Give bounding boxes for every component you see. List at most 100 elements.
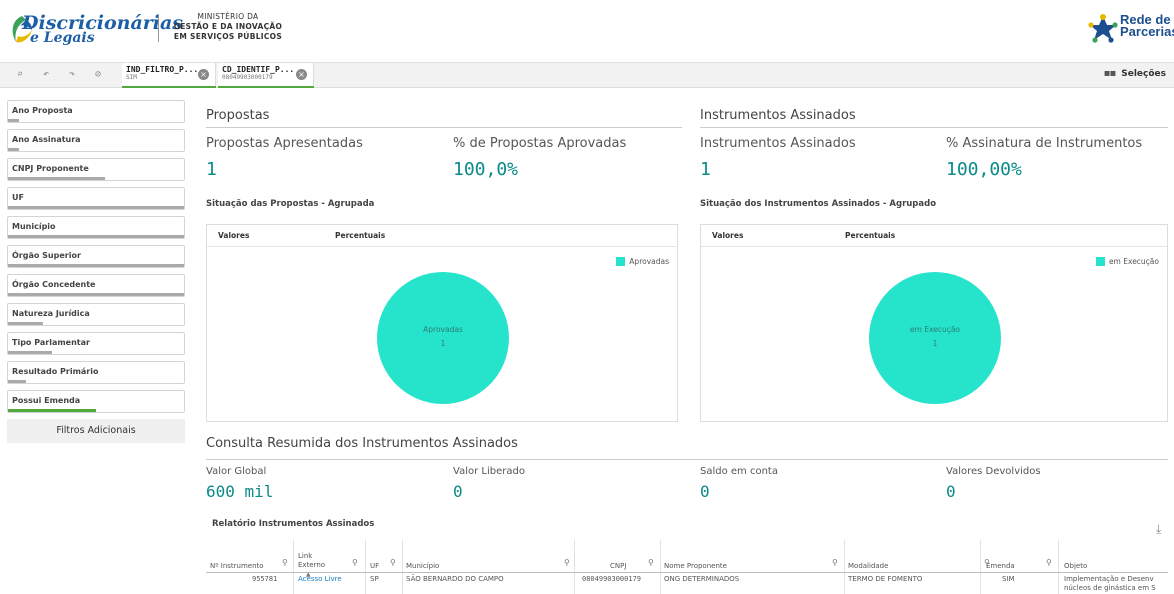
- header-municipio[interactable]: Município: [406, 562, 439, 570]
- propostas-aprovadas-label: % de Propostas Aprovadas: [453, 136, 627, 151]
- filter-fill-bar: [8, 322, 43, 325]
- cell-objeto-line2: núcleos de ginástica em S: [1064, 584, 1156, 592]
- filter-fill-bar: [8, 148, 19, 151]
- ministry-logo: MINISTÉRIO DA GESTÃO E DA INOVAÇÃO EM SE…: [166, 12, 290, 42]
- ministry-line-1: MINISTÉRIO DA: [197, 12, 259, 21]
- filter-orgao-superior[interactable]: Órgão Superior: [7, 245, 185, 268]
- search-icon[interactable]: ⚲: [564, 558, 570, 567]
- filter-label: Possui Emenda: [12, 396, 81, 405]
- saldo-conta-label: Saldo em conta: [700, 466, 778, 477]
- selection-chip-ind-filtro[interactable]: IND_FILTRO_P... SIM ×: [122, 63, 216, 88]
- assinatura-instrumentos-value: 100,00%: [946, 159, 1022, 180]
- filter-municipio[interactable]: Município: [7, 216, 185, 239]
- filter-uf[interactable]: UF: [7, 187, 185, 210]
- valor-global-label: Valor Global: [206, 466, 267, 477]
- filter-label: Resultado Primário: [12, 367, 99, 376]
- pie-slice[interactable]: [869, 272, 1001, 404]
- instrumentos-chart[interactable]: Valores Percentuais em Execução em Execu…: [700, 224, 1168, 422]
- filter-fill-bar: [8, 177, 105, 180]
- consulta-title: Consulta Resumida dos Instrumentos Assin…: [206, 436, 518, 451]
- header-emenda[interactable]: Emenda: [986, 562, 1015, 570]
- search-icon[interactable]: ⚲: [832, 558, 838, 567]
- filter-natureza-juridica[interactable]: Natureza Jurídica: [7, 303, 185, 326]
- column-divider: [365, 540, 366, 594]
- rede-parcerias-logo[interactable]: Rede de Parcerias: [1088, 12, 1174, 52]
- rede-logo-text: Rede de Parcerias: [1120, 13, 1174, 39]
- filter-label: Ano Proposta: [12, 106, 73, 115]
- header-objeto[interactable]: Objeto: [1064, 562, 1087, 570]
- filter-cnpj-proponente[interactable]: CNPJ Proponente: [7, 158, 185, 181]
- header-modalidade[interactable]: Modalidade: [848, 562, 888, 570]
- filtros-adicionais-button[interactable]: Filtros Adicionais: [7, 419, 185, 443]
- instrumentos-assinados-value: 1: [700, 159, 711, 180]
- star-people-icon: [1088, 14, 1118, 43]
- search-icon[interactable]: ⚲: [352, 558, 358, 567]
- filter-resultado-primario[interactable]: Resultado Primário: [7, 361, 185, 384]
- filter-ano-proposta[interactable]: Ano Proposta: [7, 100, 185, 123]
- propostas-apresentadas-label: Propostas Apresentadas: [206, 136, 363, 151]
- filter-ano-assinatura[interactable]: Ano Assinatura: [7, 129, 185, 152]
- filter-fill-bar: [8, 264, 184, 267]
- propostas-aprovadas-value: 100,0%: [453, 159, 519, 180]
- instrumentos-chart-title: Situação dos Instrumentos Assinados - Ag…: [700, 199, 937, 209]
- rede-line-2: Parcerias: [1120, 24, 1174, 39]
- filter-fill-bar: [8, 119, 19, 122]
- column-divider: [402, 540, 403, 594]
- ministry-line-3: EM SERVIÇOS PÚBLICOS: [173, 32, 283, 41]
- selection-tools: ⌕ ↶ ↷ ⊘: [12, 67, 106, 83]
- slice-value-label: 1: [933, 339, 938, 348]
- valores-devolvidos-label: Valores Devolvidos: [946, 466, 1041, 477]
- valores-devolvidos-value: 0: [946, 482, 956, 501]
- filter-fill-bar: [8, 380, 26, 383]
- download-icon[interactable]: ⤓: [1156, 522, 1161, 537]
- filter-panel: Ano Proposta Ano Assinatura CNPJ Proponent…: [7, 100, 185, 443]
- cell-link[interactable]: Acesso Livre: [298, 575, 342, 583]
- header-divider: [158, 14, 159, 42]
- search-icon[interactable]: ⚲: [1046, 558, 1052, 567]
- step-back-icon[interactable]: ↶: [38, 67, 54, 83]
- column-divider: [293, 540, 294, 594]
- ministry-line-2: GESTÃO E DA INOVAÇÃO: [173, 22, 283, 31]
- column-divider: [844, 540, 845, 594]
- pie-slice[interactable]: [377, 272, 509, 404]
- header-separator: [206, 572, 1168, 573]
- header-link[interactable]: Link Externo: [298, 552, 338, 570]
- header-uf[interactable]: UF: [370, 562, 379, 570]
- instrumentos-title: Instrumentos Assinados: [700, 108, 856, 123]
- filter-fill-bar: [8, 351, 52, 354]
- cell-emenda: SIM: [1002, 575, 1015, 583]
- discricionarias-logo[interactable]: Discricionárias e Legais: [8, 10, 183, 50]
- search-icon[interactable]: ⚲: [648, 558, 654, 567]
- instrumentos-pie-svg: em Execução 1: [869, 272, 1001, 404]
- chip-field-name: CD_IDENTIF_P...: [222, 65, 295, 74]
- selections-label: Seleções: [1121, 68, 1166, 79]
- chip-field-value: SIM: [126, 74, 137, 81]
- cell-objeto-line1: Implementação e Desenv: [1064, 575, 1154, 583]
- smart-search-icon[interactable]: ⌕: [12, 67, 28, 83]
- filter-fill-bar: [8, 409, 96, 412]
- filter-tipo-parlamentar[interactable]: Tipo Parlamentar: [7, 332, 185, 355]
- step-forward-icon[interactable]: ↷: [64, 67, 80, 83]
- chip-remove-icon[interactable]: ×: [198, 69, 209, 80]
- propostas-chart[interactable]: Valores Percentuais Aprovadas Aprovadas 1: [206, 224, 678, 422]
- filter-fill-bar: [8, 206, 184, 209]
- propostas-apresentadas-value: 1: [206, 159, 217, 180]
- chip-remove-icon[interactable]: ×: [296, 69, 307, 80]
- filter-label: UF: [12, 193, 24, 202]
- filter-label: Natureza Jurídica: [12, 309, 90, 318]
- header-numero[interactable]: Nº Instrumento: [210, 562, 264, 570]
- filter-possui-emenda[interactable]: Possui Emenda: [7, 390, 185, 413]
- column-divider: [1058, 540, 1059, 594]
- clear-selections-icon[interactable]: ⊘: [90, 67, 106, 83]
- header-cnpj[interactable]: CNPJ: [610, 562, 626, 570]
- filter-orgao-concedente[interactable]: Órgão Concedente: [7, 274, 185, 297]
- propostas-chart-title: Situação das Propostas - Agrupada: [206, 199, 375, 209]
- header-nome[interactable]: Nome Proponente: [664, 562, 727, 570]
- search-icon[interactable]: ⚲: [282, 558, 288, 567]
- selection-toolbar: ⌕ ↶ ↷ ⊘ IND_FILTRO_P... SIM × CD_IDENTIF…: [0, 62, 1174, 88]
- selections-button[interactable]: ▪▪ Seleções: [1104, 68, 1166, 79]
- search-icon[interactable]: ⚲: [390, 558, 396, 567]
- instrumentos-assinados-label: Instrumentos Assinados: [700, 136, 856, 151]
- app-header: Discricionárias e Legais MINISTÉRIO DA G…: [0, 0, 1174, 60]
- selection-chip-cd-identif[interactable]: CD_IDENTIF_P... 08049903000179 ×: [218, 63, 314, 88]
